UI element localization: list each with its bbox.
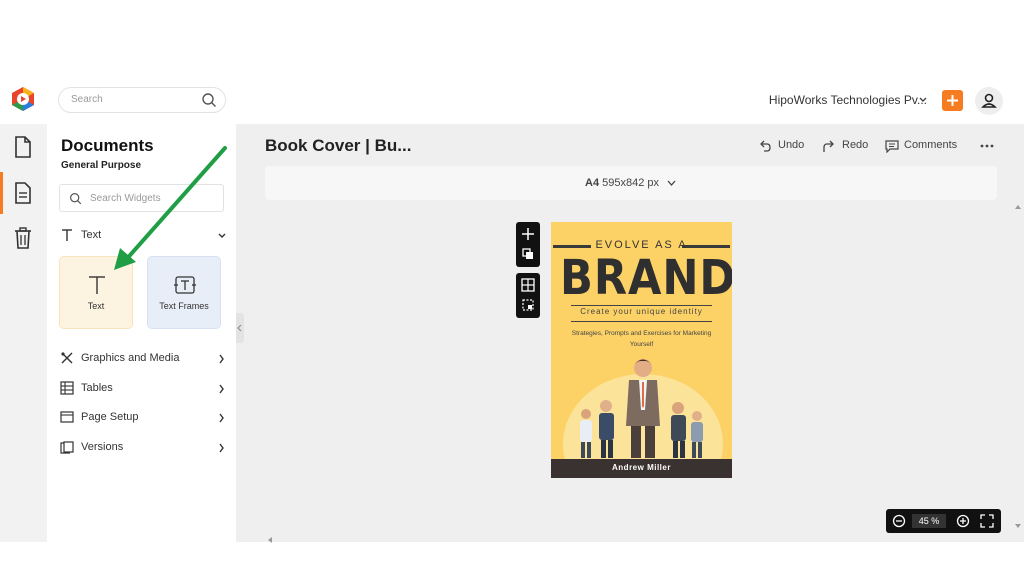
section-label: Tables [81,382,113,394]
chevron-right-icon [219,354,224,364]
author-bar: Andrew Miller [551,459,732,478]
decor-line [571,321,712,322]
search-icon[interactable] [201,92,217,108]
page-size-selector[interactable]: A4 595x842 px [585,177,659,189]
cover-tagline[interactable]: Create your unique identity [551,307,732,316]
scroll-up-icon[interactable] [1014,203,1022,211]
layout-tools-stack [516,273,540,318]
document-title[interactable]: Book Cover | Bu... [265,136,411,156]
scroll-down-icon[interactable] [1014,522,1022,530]
section-page-setup[interactable]: Page Setup [60,408,230,428]
book-cover-page[interactable]: EVOLVE AS A BRAND Create your unique ide… [551,222,732,478]
chevron-down-icon[interactable] [667,180,676,187]
search-placeholder: Search [71,94,103,105]
cover-author[interactable]: Andrew Miller [551,463,732,472]
zoom-out-icon[interactable] [892,514,906,528]
card-label: Text [87,301,105,311]
section-label: Page Setup [81,411,139,423]
add-tools-stack [516,222,540,267]
comments-icon[interactable] [885,139,899,153]
add-icon[interactable] [521,227,535,241]
graphics-icon [61,352,73,364]
select-area-icon[interactable] [522,299,534,311]
team-illustration[interactable] [551,352,732,460]
create-button[interactable] [942,90,963,111]
section-label: Graphics and Media [81,352,180,364]
trash-icon[interactable] [13,227,33,249]
zoom-level[interactable]: 45 % [912,514,946,528]
versions-icon [60,441,74,454]
chevron-right-icon [219,443,224,453]
search-icon [70,193,82,205]
chevron-down-icon[interactable] [918,96,928,104]
cover-headline[interactable]: BRAND [560,252,732,304]
scroll-left-icon[interactable] [266,536,274,544]
zoom-control: 45 % [886,509,1001,533]
decor-line [571,305,712,306]
page-size-value: 595x842 px [602,177,660,189]
search-input[interactable]: Search [58,87,226,113]
grid-icon[interactable] [521,278,535,292]
zoom-value: 45 [918,516,929,526]
text-t-icon [89,276,105,294]
document-icon[interactable] [13,136,33,158]
panel-collapse-handle[interactable] [236,313,244,343]
section-graphics-and-media[interactable]: Graphics and Media [60,349,230,369]
undo-button[interactable]: Undo [778,139,804,151]
rail-active-indicator [0,172,3,214]
chevron-left-icon [237,324,242,332]
chevron-right-icon [219,413,224,423]
user-avatar-button[interactable] [975,87,1003,115]
user-icon [981,93,997,108]
card-label: Text Frames [159,301,209,311]
app-logo-icon[interactable] [10,86,36,112]
comments-button[interactable]: Comments [904,139,957,151]
more-options-icon[interactable] [980,141,994,151]
annotation-arrow-icon [114,146,227,270]
page-size-label: A4 [585,177,600,189]
redo-icon[interactable] [822,139,836,153]
text-frame-icon [174,276,196,294]
redo-button[interactable]: Redo [842,139,868,151]
table-icon [60,381,74,395]
undo-icon[interactable] [758,139,772,153]
section-versions[interactable]: Versions [60,438,230,458]
fit-to-screen-icon[interactable] [980,514,994,528]
duplicate-icon[interactable] [522,248,534,260]
section-label: Text [81,229,102,241]
page-size-bar: A4 595x842 px [265,166,997,200]
zoom-in-icon[interactable] [956,514,970,528]
cover-strapline[interactable]: Strategies, Prompts and Exercises for Ma… [561,328,722,350]
organization-name[interactable]: HipoWorks Technologies Pv... [769,93,927,107]
documents-list-icon[interactable] [13,182,33,204]
text-t-icon [62,229,72,241]
page-setup-icon [60,411,74,423]
chevron-right-icon [219,384,224,394]
zoom-unit: % [931,516,940,526]
plus-icon [947,95,958,106]
section-tables[interactable]: Tables [60,379,230,399]
section-label: Versions [81,441,124,453]
